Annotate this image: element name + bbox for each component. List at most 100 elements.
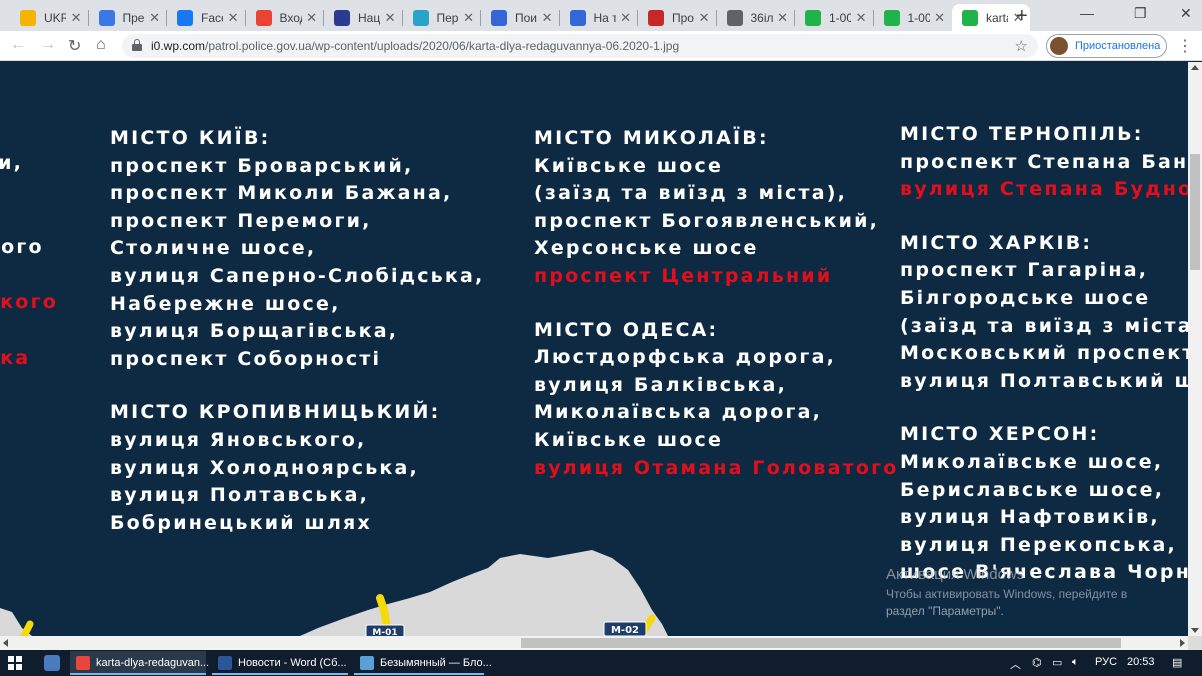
- taskbar-item[interactable]: Безымянный — Бло...: [354, 651, 492, 675]
- close-icon[interactable]: ✕: [1180, 5, 1192, 22]
- tab-close-icon[interactable]: ✕: [777, 10, 788, 26]
- home-icon[interactable]: ⌂: [96, 36, 106, 54]
- vertical-scrollbar[interactable]: [1188, 62, 1202, 636]
- tab-title: Пои: [515, 10, 537, 25]
- ukr-icon: [20, 9, 36, 26]
- menu-kebab-icon[interactable]: ⋮: [1177, 36, 1193, 56]
- tab-close-icon[interactable]: ✕: [620, 10, 631, 26]
- back-icon[interactable]: ←: [10, 36, 26, 54]
- vertical-scroll-thumb[interactable]: [1190, 154, 1200, 270]
- street-highlighted: вулиця Степана Будного: [900, 178, 1188, 201]
- street-text: проспект Богоявленський,: [534, 209, 880, 232]
- street-text: Бобринецький шлях: [110, 511, 372, 534]
- tab-close-icon[interactable]: ✕: [856, 10, 867, 26]
- browser-tab[interactable]: 36іл ✕: [717, 4, 795, 31]
- taskbar-item[interactable]: karta-dlya-redaguvan...: [70, 651, 209, 675]
- column-kyiv-kropyvnytskyi: МІСТО КИЇВ: проспект Броварський, проспект…: [110, 125, 484, 537]
- taskbar-item-underline: [354, 673, 484, 675]
- street-text: Херсонське шосе: [534, 237, 759, 260]
- shield-icon: [648, 9, 664, 26]
- tab-close-icon[interactable]: ✕: [542, 10, 553, 26]
- taskbar-item-underline: [70, 673, 206, 675]
- lock-icon[interactable]: [132, 39, 142, 51]
- reload-icon[interactable]: ↻: [68, 36, 81, 56]
- tab-close-icon[interactable]: ✕: [699, 10, 710, 26]
- tab-close-icon[interactable]: ✕: [385, 10, 396, 26]
- tab-title: Пре: [122, 10, 145, 25]
- tab-title: Нац: [358, 10, 380, 25]
- word-icon: [218, 656, 232, 670]
- browser-tab[interactable]: На т ✕: [560, 4, 638, 31]
- city-title: МІСТО КИЇВ:: [110, 127, 271, 149]
- city-title: МІСТО ХАРКІВ:: [900, 231, 1093, 254]
- new-tab-button[interactable]: +: [1016, 5, 1028, 28]
- road-label-m02: М-02: [611, 625, 639, 636]
- browser-tab[interactable]: Пре ✕: [89, 4, 167, 31]
- city-title: МІСТО КРОПИВНИЦЬКИЙ:: [110, 401, 441, 424]
- windows-activation-watermark: Активация Windows Чтобы активировать Win…: [886, 566, 1127, 618]
- scroll-left-icon[interactable]: [3, 639, 8, 647]
- browser-tab[interactable]: Пои ✕: [481, 4, 559, 31]
- street-text: проспект Гагаріна,: [900, 259, 1149, 282]
- battery-icon[interactable]: ▭: [1052, 656, 1062, 669]
- browser-tab[interactable]: Про ✕: [638, 4, 716, 31]
- column-ternopil-kharkiv-kherson: МІСТО ТЕРНОПІЛЬ: проспект Степана Банде ву…: [900, 121, 1188, 587]
- tab-title: karta: [986, 10, 1008, 25]
- tab-title: Пер: [436, 10, 459, 25]
- language-indicator[interactable]: РУС: [1095, 656, 1117, 668]
- tab-close-icon[interactable]: ✕: [149, 10, 160, 26]
- scroll-up-icon[interactable]: [1191, 65, 1199, 70]
- volume-icon[interactable]: 🔈︎: [1072, 656, 1079, 669]
- forward-icon[interactable]: →: [40, 36, 56, 54]
- profile-button[interactable]: Приостановлена: [1046, 34, 1167, 58]
- street-text-partial: кого: [0, 235, 44, 258]
- browser-tab[interactable]: 1-00 ✕: [874, 4, 952, 31]
- tab-title: 1-00: [829, 10, 851, 25]
- horizontal-scrollbar[interactable]: [0, 636, 1188, 650]
- clock[interactable]: 20:53: [1127, 656, 1155, 668]
- tab-title: 36іл: [750, 10, 773, 25]
- tab-title: UKR: [44, 10, 66, 25]
- street-text: проспект Перемоги,: [110, 209, 372, 232]
- scroll-down-icon[interactable]: [1191, 628, 1199, 633]
- tab-close-icon[interactable]: ✕: [463, 10, 474, 26]
- notifications-icon[interactable]: ▤: [1172, 656, 1182, 669]
- green-bolt-icon: [883, 9, 900, 26]
- taskbar-item-label: Безымянный — Бло...: [380, 657, 492, 669]
- image-viewport: М-01 М-02 ги, кого ького ька МІСТО КИЇВ: про…: [0, 62, 1188, 636]
- browser-tab[interactable]: 1-00 ✕: [795, 4, 873, 31]
- browser-tab[interactable]: Face ✕: [167, 4, 245, 31]
- address-bar[interactable]: i0.wp.com/patrol.police.gov.ua/wp-conten…: [122, 34, 1038, 58]
- tab-strip: UKR✕Пре✕Face✕Вход✕Нац✕Пер✕Пои✕На т✕Про✕3…: [0, 0, 1202, 31]
- horizontal-scroll-thumb[interactable]: [521, 638, 1121, 648]
- windows-start-icon[interactable]: [8, 656, 22, 670]
- tab-close-icon[interactable]: ✕: [934, 10, 945, 26]
- url-text[interactable]: i0.wp.com/patrol.police.gov.ua/wp-conten…: [151, 39, 679, 53]
- tab-close-icon[interactable]: ✕: [228, 10, 239, 26]
- street-text: вулиця Нафтовиків,: [900, 506, 1160, 529]
- browser-tab[interactable]: Нац ✕: [324, 4, 402, 31]
- bookmark-star-icon[interactable]: ☆: [1015, 37, 1028, 55]
- network-icon[interactable]: ⌬: [1032, 656, 1042, 669]
- city-title: МІСТО МИКОЛАЇВ:: [534, 127, 769, 149]
- scroll-right-icon[interactable]: [1180, 639, 1185, 647]
- taskbar-item[interactable]: Новости - Word (Сб...: [212, 651, 348, 675]
- street-text: вулиця Перекопська,: [900, 533, 1177, 556]
- tab-close-icon[interactable]: ✕: [71, 10, 82, 26]
- minimize-icon[interactable]: —: [1080, 5, 1094, 21]
- street-text: Столичне шосе,: [110, 237, 317, 260]
- emblem-icon: [334, 9, 350, 26]
- green-bolt-icon: [805, 9, 821, 26]
- street-text: проспект Броварський,: [110, 154, 414, 177]
- tray-chevron-icon[interactable]: ︿: [1010, 656, 1021, 672]
- tab-title: На т: [593, 10, 616, 25]
- browser-tab[interactable]: Пер ✕: [403, 4, 481, 31]
- street-text: вулиця Борщагівська,: [110, 320, 399, 343]
- browser-toolbar: ← → ↻ ⌂ i0.wp.com/patrol.police.gov.ua/w…: [0, 31, 1202, 61]
- browser-tab[interactable]: Вход ✕: [246, 4, 324, 31]
- restore-icon[interactable]: ❐: [1134, 5, 1147, 22]
- browser-tab[interactable]: UKR ✕: [10, 4, 88, 31]
- tab-close-icon[interactable]: ✕: [306, 10, 317, 26]
- notepad-icon: [360, 656, 374, 670]
- search-pinned-icon[interactable]: [44, 655, 60, 671]
